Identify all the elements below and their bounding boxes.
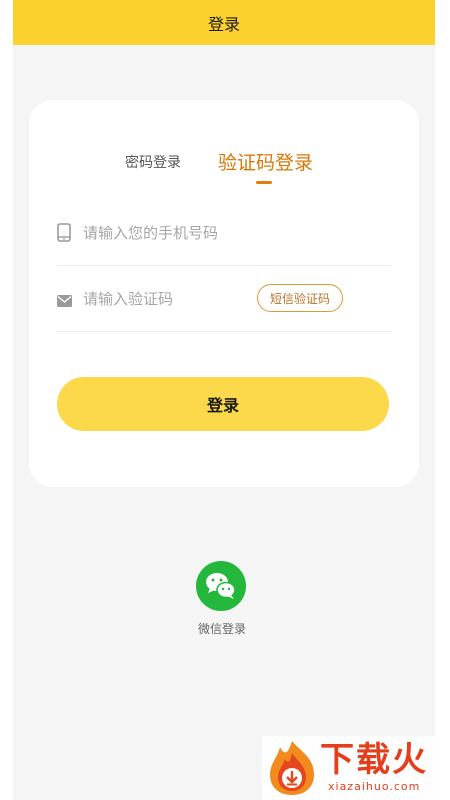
- mail-icon: [57, 292, 72, 307]
- phone-input[interactable]: [83, 222, 383, 244]
- tab-code-login[interactable]: 验证码登录: [218, 148, 313, 175]
- wechat-icon: [206, 573, 236, 599]
- wechat-login-button[interactable]: [196, 561, 246, 611]
- divider-code: [57, 331, 391, 332]
- app-container: 登录 密码登录 验证码登录 短信验证码 登录: [13, 0, 435, 800]
- sms-code-button[interactable]: 短信验证码: [257, 284, 343, 312]
- top-bar: 登录: [13, 0, 435, 45]
- page-title: 登录: [207, 14, 240, 34]
- code-input[interactable]: [83, 288, 253, 310]
- phone-icon: [57, 223, 71, 242]
- divider-phone: [57, 265, 391, 266]
- screen: 登录 密码登录 验证码登录 短信验证码 登录: [0, 0, 450, 800]
- watermark-brand: 下载火: [320, 740, 428, 780]
- wechat-login-label: 微信登录: [197, 622, 246, 636]
- tab-password-login[interactable]: 密码登录: [125, 152, 181, 172]
- watermark-domain: xiazaihuo.com: [328, 780, 421, 793]
- watermark: 下载火 xiazaihuo.com: [262, 736, 450, 800]
- login-button[interactable]: 登录: [57, 377, 389, 431]
- active-tab-indicator: [256, 181, 272, 184]
- flame-logo-icon: [270, 741, 314, 795]
